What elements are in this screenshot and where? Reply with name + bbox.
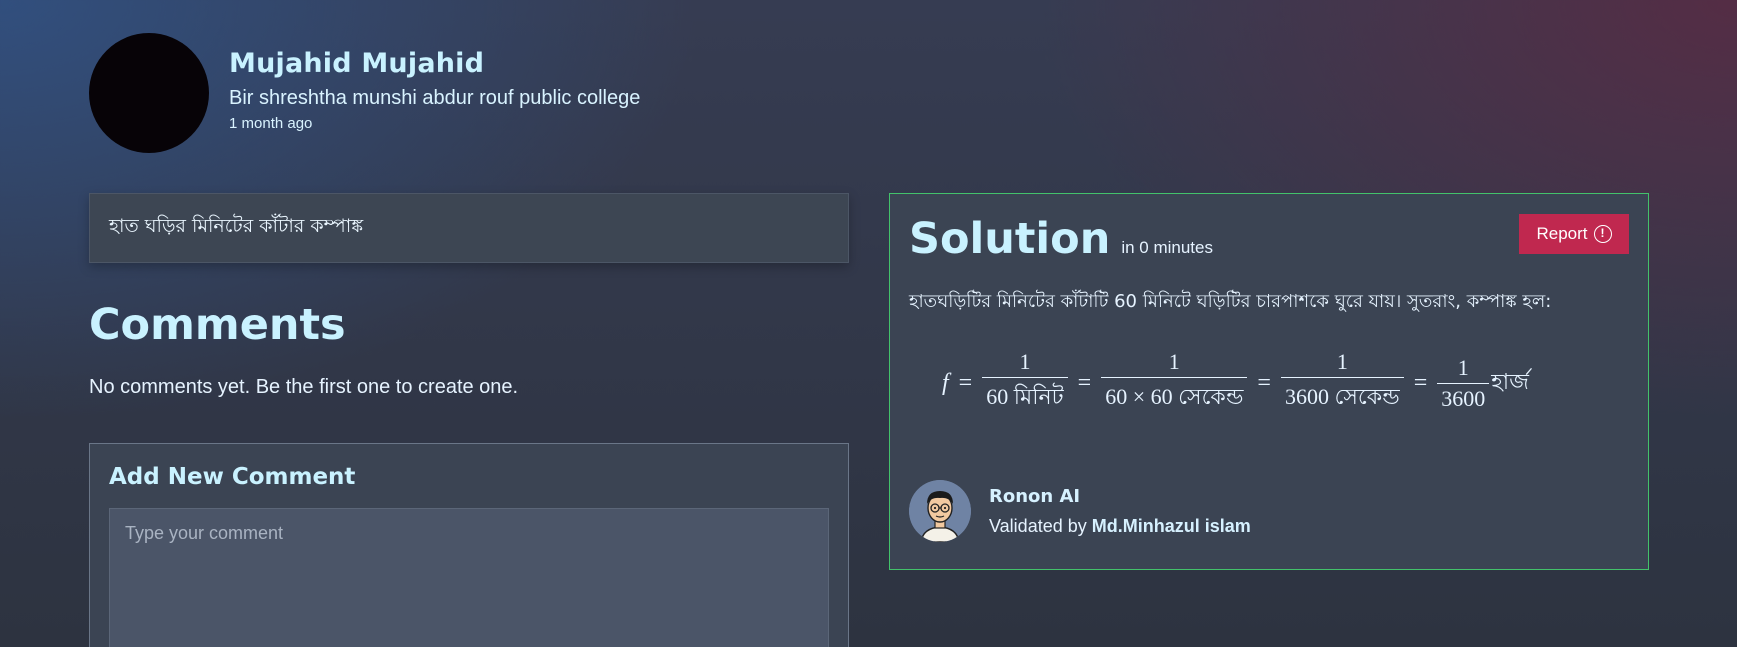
formula-fraction: 1 60 × 60 সেকেন্ড: [1101, 349, 1248, 417]
author-avatar[interactable]: [89, 33, 209, 153]
info-circle-icon: !: [1593, 225, 1612, 243]
formula-fraction: 1 60 মিনিট: [982, 349, 1068, 417]
author-details: Ronon AI Validated by Md.Minhazul islam: [989, 486, 1251, 537]
fraction-denominator-part: 60: [1105, 384, 1128, 409]
solution-formula: f = 1 60 মিনিট = 1 60 × 60 সেকেন্ড = 1 3…: [942, 349, 1529, 417]
fraction-denominator: 60 × 60 সেকেন্ড: [1101, 377, 1248, 417]
report-label: Report: [1536, 224, 1588, 243]
formula-equals: =: [958, 369, 973, 396]
fraction-numerator: 1: [1019, 349, 1031, 374]
add-comment-heading: Add New Comment: [109, 464, 356, 490]
formula-equals: =: [1257, 369, 1271, 396]
solution-text: হাতঘড়িটির মিনিটের কাঁটাটি 60 মিনিটে ঘড়…: [909, 291, 1552, 312]
solution-card: Solution in 0 minutes Report ! হাতঘড়িটি…: [889, 193, 1649, 570]
question-text: হাত ঘড়ির মিনিটের কাঁটার কম্পাঙ্ক: [109, 215, 364, 237]
formula-equals: =: [1077, 369, 1092, 396]
formula-lhs: f: [942, 369, 949, 396]
post-header: Mujahid Mujahid Bir shreshtha munshi abd…: [89, 33, 640, 153]
author-school: Bir shreshtha munshi abdur rouf public c…: [229, 87, 641, 109]
author-info: Mujahid Mujahid Bir shreshtha munshi abd…: [229, 48, 640, 132]
validator-name[interactable]: Md.Minhazul islam: [1092, 516, 1251, 536]
solution-time: in 0 minutes: [1121, 238, 1213, 257]
comments-heading: Comments: [89, 300, 346, 350]
fraction-denominator: 60 মিনিট: [982, 377, 1068, 417]
report-button[interactable]: Report !: [1519, 214, 1629, 254]
validated-by: Validated by Md.Minhazul islam: [989, 516, 1251, 537]
solution-title: Solution: [909, 214, 1111, 264]
fraction-denominator-part: 60 সেকেন্ড: [1150, 384, 1244, 409]
formula-fraction: 1 3600: [1437, 354, 1490, 412]
fraction-numerator: 1: [1457, 354, 1469, 380]
formula-fraction: 1 3600 সেকেন্ড: [1280, 349, 1404, 417]
solution-author-name: Ronon AI: [989, 485, 1081, 507]
formula-times: ×: [1132, 384, 1146, 409]
question-card: হাত ঘড়ির মিনিটের কাঁটার কম্পাঙ্ক: [89, 193, 849, 263]
cartoon-avatar-icon: [909, 480, 971, 542]
post-timestamp: 1 month ago: [229, 115, 313, 132]
formula-unit: হার্জ: [1491, 368, 1529, 394]
author-name[interactable]: Mujahid Mujahid: [229, 48, 640, 79]
comment-input[interactable]: [109, 508, 829, 647]
fraction-denominator: 3600 সেকেন্ড: [1280, 377, 1404, 417]
fraction-numerator: 1: [1168, 349, 1180, 374]
solution-author: Ronon AI Validated by Md.Minhazul islam: [909, 480, 1251, 542]
solution-header: Solution in 0 minutes: [909, 214, 1213, 264]
no-comments-text: No comments yet. Be the first one to cre…: [89, 376, 519, 398]
validated-prefix: Validated by: [989, 515, 1087, 536]
formula-equals: =: [1413, 369, 1428, 396]
fraction-denominator: 3600: [1437, 382, 1490, 412]
fraction-numerator: 1: [1336, 349, 1348, 374]
add-comment-form: Add New Comment: [89, 443, 849, 647]
